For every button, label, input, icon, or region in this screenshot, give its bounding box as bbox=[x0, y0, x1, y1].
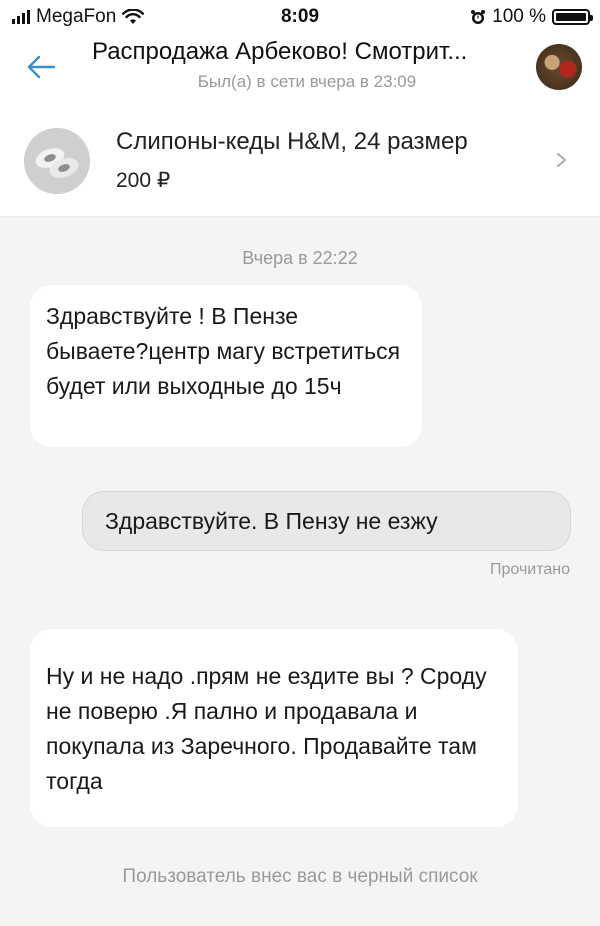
incoming-message: Ну и не надо .прям не ездите вы ? Сроду … bbox=[30, 629, 518, 827]
chat-header: Распродажа Арбеково! Смотрит... Был(а) в… bbox=[0, 34, 600, 114]
incoming-message: Здравствуйте ! В Пензе бываете?центр маг… bbox=[30, 285, 422, 447]
item-price: 200 ₽ bbox=[116, 169, 171, 192]
system-notice: Пользователь внес вас в черный список bbox=[122, 866, 478, 887]
status-bar: MegaFon 8:09 100 % bbox=[0, 0, 600, 34]
alarm-icon bbox=[471, 10, 486, 24]
read-status: Прочитано bbox=[490, 561, 570, 578]
battery-icon bbox=[552, 9, 593, 25]
arrow-left-icon[interactable] bbox=[24, 52, 60, 82]
last-seen-status: Был(а) в сети вчера в 23:09 bbox=[197, 72, 417, 91]
chevron-right-icon bbox=[557, 153, 566, 167]
item-title: Слипоны-кеды H&M, 24 размер bbox=[116, 128, 468, 155]
top-panel: MegaFon 8:09 100 % Распродажа Арбеково! … bbox=[0, 0, 600, 217]
date-separator: Вчера в 22:22 bbox=[242, 248, 358, 268]
battery-percent: 100 % bbox=[492, 6, 546, 27]
chat-title: Распродажа Арбеково! Смотрит... bbox=[92, 38, 468, 65]
item-thumbnail bbox=[24, 128, 90, 194]
avatar[interactable] bbox=[536, 44, 582, 90]
outgoing-message: Здравствуйте. В Пензу не езжу bbox=[82, 491, 571, 551]
item-card[interactable]: Слипоны-кеды H&M, 24 размер 200 ₽ bbox=[0, 112, 600, 217]
